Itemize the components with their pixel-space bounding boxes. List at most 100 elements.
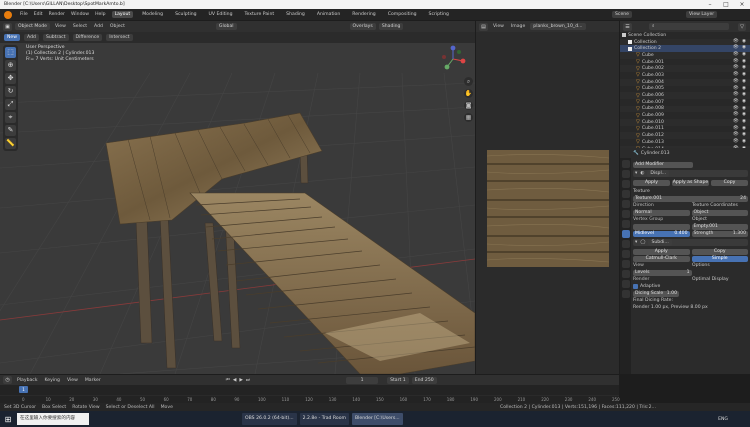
world-tab-icon[interactable]	[621, 210, 630, 218]
physics-tab-icon[interactable]	[621, 250, 630, 258]
workspace-tab-uv-editing[interactable]: UV Editing	[206, 11, 236, 18]
constraints-tab-icon[interactable]	[621, 260, 630, 268]
outliner-row[interactable]: ▽ Cube.010 👁 ◉	[620, 118, 750, 126]
visibility-eye-icon[interactable]: 👁 ◉	[733, 92, 747, 97]
displace-apply-button[interactable]: Apply	[633, 179, 670, 186]
playhead[interactable]: 1	[19, 386, 28, 393]
timeline-menu-keying[interactable]: Keying	[43, 378, 62, 383]
workspace-tab-layout[interactable]: Layout	[111, 11, 134, 18]
overlays-button[interactable]: Overlays	[349, 23, 376, 30]
outliner-row[interactable]: ▽ Cube.002 👁 ◉	[620, 65, 750, 73]
image-menu-view[interactable]: View	[491, 24, 506, 29]
outliner-row[interactable]: ▽ Cube 👁 ◉	[620, 52, 750, 59]
levels-field[interactable]: Levels 1	[633, 269, 692, 276]
image-name-field[interactable]: planks_brown_10_d...	[530, 23, 586, 30]
menu-file[interactable]: File	[20, 12, 28, 17]
visibility-eye-icon[interactable]: 👁 ◉	[733, 79, 747, 84]
object-field[interactable]: Empty.001	[691, 223, 748, 230]
rotate-icon[interactable]: ↻	[5, 86, 16, 97]
visibility-eye-icon[interactable]: 👁 ◉	[733, 119, 747, 124]
visibility-eye-icon[interactable]: 👁 ◉	[733, 112, 747, 117]
visibility-eye-icon[interactable]: 👁 ◉	[733, 52, 747, 57]
menu-help[interactable]: Help	[95, 12, 105, 17]
mode-selector[interactable]: Object Mode	[15, 23, 50, 30]
material-tab-icon[interactable]	[621, 280, 630, 288]
outliner-search-input[interactable]: ⌕	[649, 23, 729, 30]
minimize-button[interactable]: –	[702, 0, 718, 9]
scene-selector[interactable]: Scene	[612, 11, 633, 18]
outliner-type-icon[interactable]: ☰	[623, 22, 632, 31]
move-icon[interactable]: ✥	[5, 73, 16, 84]
subsurf-modifier-header[interactable]: ▾ ◯ Subdi...	[633, 239, 748, 246]
menu-render[interactable]: Render	[49, 12, 65, 17]
catmull-clark-button[interactable]: Catmull-Clark	[633, 255, 690, 262]
viewport-menu-add[interactable]: Add	[92, 24, 105, 29]
data-tab-icon[interactable]	[621, 270, 630, 278]
outliner-row[interactable]: ▽ Cube.012 👁 ◉	[620, 132, 750, 139]
add-modifier-button[interactable]: Add Modifier	[633, 161, 693, 168]
tool-tab-icon[interactable]	[621, 160, 630, 168]
taskbar-search-input[interactable]: 在这里输入你要搜索的内容	[17, 413, 89, 425]
visibility-eye-icon[interactable]: 👁 ◉	[733, 59, 747, 64]
tool-difference[interactable]: Difference	[72, 34, 103, 41]
select-box-icon[interactable]: ⬚	[5, 47, 16, 58]
task-trad-room[interactable]: 2.2.8e - Trad Room	[299, 413, 349, 425]
adaptive-checkbox[interactable]	[633, 284, 638, 289]
tool-intersect[interactable]: Intersect	[106, 34, 133, 41]
timeline-type-icon[interactable]: ◷	[3, 376, 12, 384]
workspace-tab-sculpting[interactable]: Sculpting	[172, 11, 199, 18]
visibility-eye-icon[interactable]: 👁 ◉	[733, 65, 747, 70]
midlevel-slider[interactable]: Midlevel 0.400	[633, 230, 690, 237]
zoom-icon[interactable]: ⌕	[464, 77, 473, 86]
cursor-icon[interactable]: ⊕	[5, 60, 16, 71]
visibility-eye-icon[interactable]: 👁 ◉	[733, 86, 747, 91]
outliner-row[interactable]: ▽ Cube.005 👁 ◉	[620, 86, 750, 93]
workspace-tab-rendering[interactable]: Rendering	[349, 11, 378, 18]
close-button[interactable]: ×	[734, 0, 750, 9]
viewport-menu-object[interactable]: Object	[108, 24, 127, 29]
visibility-eye-icon[interactable]: 👁 ◉	[733, 139, 747, 144]
workspace-tab-scripting[interactable]: Scripting	[426, 11, 452, 18]
measure-icon[interactable]: 📏	[5, 138, 16, 149]
subsurf-copy-button[interactable]: Copy	[691, 248, 748, 255]
image-menu-image[interactable]: Image	[509, 24, 527, 29]
shading-button[interactable]: Shading	[378, 23, 404, 30]
outliner-row[interactable]: ▽ Cube.001 👁 ◉	[620, 59, 750, 66]
subsurf-name-field[interactable]: Subdi...	[648, 239, 672, 246]
outliner-row[interactable]: ▽ Cube.013 👁 ◉	[620, 139, 750, 146]
scale-icon[interactable]: ⤢	[5, 99, 16, 110]
visibility-eye-icon[interactable]: 👁 ◉	[733, 132, 747, 137]
visibility-eye-icon[interactable]: 👁 ◉	[733, 72, 747, 77]
scene-tab-icon[interactable]	[621, 200, 630, 208]
menu-window[interactable]: Window	[71, 12, 89, 17]
image-editor-type-icon[interactable]: ▤	[479, 22, 488, 31]
3d-viewport[interactable]: ⬚ ⊕ ✥ ↻ ⤢ ⌖ ✎ 📏 User Perspective (1) Col…	[0, 43, 475, 374]
displace-name-field[interactable]: Displ...	[647, 170, 670, 177]
modifier-tab-icon[interactable]	[621, 230, 630, 238]
tool-add[interactable]: Add	[24, 34, 39, 41]
workspace-tab-animation[interactable]: Animation	[314, 11, 343, 18]
timeline-ruler[interactable]: 0 10 20 30 40 50 60 70 80 90 100 110 120 130 140 150 160…	[0, 395, 620, 403]
workspace-tab-shading[interactable]: Shading	[283, 11, 308, 18]
tool-new[interactable]: New	[4, 34, 21, 41]
transform-icon[interactable]: ⌖	[5, 112, 16, 123]
task-obs[interactable]: OBS 26.0.2 (64-bit)...	[242, 413, 297, 425]
outliner-row[interactable]: Scene Collection	[620, 32, 750, 39]
outliner-row[interactable]: ▽ Cube.003 👁 ◉	[620, 72, 750, 79]
output-tab-icon[interactable]	[621, 180, 630, 188]
visibility-eye-icon[interactable]: 👁 ◉	[733, 106, 747, 111]
outliner-row[interactable]: Collection 2 👁 ◉	[620, 45, 750, 53]
visibility-eye-icon[interactable]: 👁 ◉	[733, 45, 747, 50]
filter-icon[interactable]: ▽	[738, 22, 746, 31]
workspace-tab-texture-paint[interactable]: Texture Paint	[242, 11, 278, 18]
dicing-scale-field[interactable]: Dicing Scale 1.00	[633, 290, 679, 297]
displace-apply-shape-button[interactable]: Apply as Shape	[672, 179, 709, 186]
outliner-row[interactable]: ▽ Cube.007 👁 ◉	[620, 99, 750, 106]
editor-type-icon[interactable]: ▣	[3, 22, 12, 31]
object-tab-icon[interactable]	[621, 220, 630, 228]
timeline-menu-view[interactable]: View	[65, 378, 80, 383]
workspace-tab-modeling[interactable]: Modeling	[139, 11, 166, 18]
playback-controls[interactable]: ⏮◀▶⏭	[226, 377, 253, 383]
viewport-menu-view[interactable]: View	[53, 24, 68, 29]
strength-slider[interactable]: Strength 1.300	[691, 230, 748, 237]
